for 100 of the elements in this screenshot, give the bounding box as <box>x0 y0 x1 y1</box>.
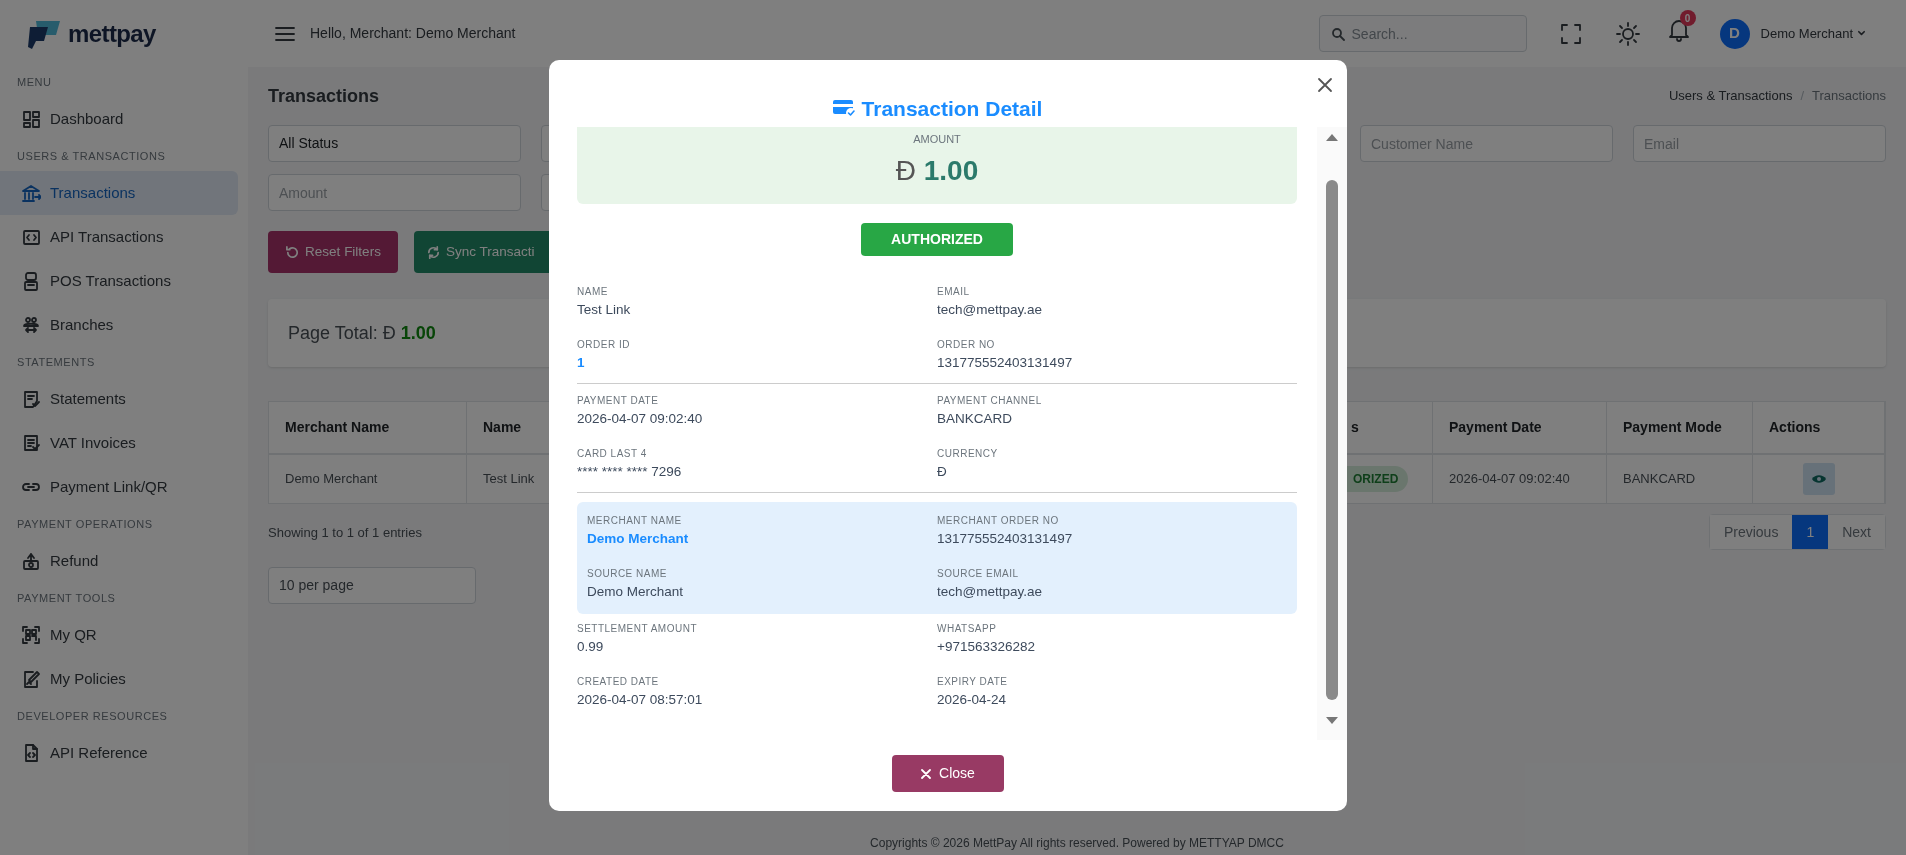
close-icon[interactable] <box>1317 77 1333 93</box>
field-value: 2026-04-07 08:57:01 <box>577 691 704 709</box>
section-label: STATEMENTS <box>16 354 96 370</box>
section-label: USERS & TRANSACTIONS <box>16 148 167 164</box>
sidebar-item[interactable]: My Policies <box>0 657 238 701</box>
column-header: Actions <box>1753 402 1885 455</box>
refresh-icon <box>426 244 441 260</box>
field-label: CREATED DATE <box>577 675 660 689</box>
scroll-up-icon[interactable] <box>1325 132 1339 142</box>
sync-button[interactable]: Sync Transacti <box>414 231 549 273</box>
bank-icon <box>21 183 41 203</box>
refresh-icon <box>285 244 301 260</box>
field-label: EXPIRY DATE <box>937 675 1009 689</box>
pagination-button[interactable]: 1 <box>1792 515 1829 549</box>
close-button[interactable]: Close <box>892 755 1004 792</box>
field-value: +971563326282 <box>937 638 1036 656</box>
logo-text: mettpay <box>68 18 156 49</box>
footer-text: Copyrights © 2026 MettPay All rights reserved. Powered by METTYAP DMCC <box>869 835 1285 852</box>
field-label: ORDER ID <box>577 338 631 352</box>
field-label: MERCHANT ORDER NO <box>937 514 1060 528</box>
sidebar-item[interactable]: Branches <box>0 303 238 347</box>
sidebar-item[interactable]: VAT Invoices <box>0 421 238 465</box>
scroll-down-icon[interactable] <box>1325 716 1339 726</box>
field-label: SOURCE EMAIL <box>937 567 1020 581</box>
credit-card-check-icon <box>831 98 856 119</box>
close-icon <box>921 768 932 779</box>
scrollbar-thumb[interactable] <box>1326 180 1338 700</box>
pos-terminal-icon <box>21 271 41 291</box>
page-title: Transactions <box>268 84 380 108</box>
sidebar-item[interactable]: Transactions <box>0 171 238 215</box>
pen-document-icon <box>21 669 41 689</box>
status-badge: AUTHORIZED <box>861 223 1013 256</box>
sidebar-item[interactable]: API Reference <box>0 731 238 775</box>
chevron-down-icon <box>1857 29 1866 38</box>
breadcrumb-item: Transactions <box>1812 87 1886 106</box>
field-link[interactable]: 1 <box>577 353 937 373</box>
qr-code-icon <box>21 625 41 645</box>
field-value: **** **** **** 7296 <box>577 463 683 481</box>
menu-icon <box>274 24 296 43</box>
sun-icon <box>1615 21 1640 46</box>
reset-filters-button[interactable]: Reset Filters <box>268 231 398 273</box>
field-value: 2026-04-24 <box>937 691 1008 709</box>
sidebar-item[interactable]: My QR <box>0 613 238 657</box>
field-label: WHATSAPP <box>937 622 998 636</box>
amount-label: AMOUNT <box>913 132 961 147</box>
field-value: 0.99 <box>577 638 605 656</box>
eye-icon[interactable] <box>1802 463 1835 495</box>
section-label: PAYMENT TOOLS <box>16 590 117 606</box>
sidebar-item[interactable]: Payment Link/QR <box>0 465 238 509</box>
dialog-title: Transaction Detail <box>861 95 1043 122</box>
user-menu[interactable]: Demo Merchant <box>1760 23 1866 44</box>
field-value: 131775552403131497 <box>937 354 1074 372</box>
field-label: SOURCE NAME <box>587 567 668 581</box>
field-value: BANKCARD <box>937 410 1013 428</box>
dashboard-icon <box>21 109 41 129</box>
per-page-select[interactable]: 10 per page <box>268 567 476 604</box>
notification-badge: 0 <box>1679 10 1696 26</box>
sidebar-item[interactable]: Statements <box>0 377 238 421</box>
status-select[interactable]: All Status <box>268 125 521 162</box>
field-label: MERCHANT NAME <box>587 514 683 528</box>
invoice-icon <box>21 433 41 453</box>
section-label: PAYMENT OPERATIONS <box>16 516 154 532</box>
page-total-text: Page Total: Đ 1.00 <box>288 321 436 345</box>
table-cell: BANKCARD <box>1607 455 1753 503</box>
field-value: tech@mettpay.ae <box>937 301 1043 319</box>
field-label: SETTLEMENT AMOUNT <box>577 622 698 636</box>
field-label: NAME <box>577 285 609 299</box>
search-field[interactable]: Search... <box>1318 15 1527 52</box>
entries-info: Showing 1 to 1 of 1 entries <box>268 524 422 542</box>
greeting-text: Hello, Merchant: Demo Merchant <box>310 24 516 43</box>
table-cell: Demo Merchant <box>269 455 467 503</box>
field-link[interactable]: Demo Merchant <box>587 529 937 549</box>
field-value: 2026-04-07 09:02:40 <box>577 410 704 428</box>
sidebar-item[interactable]: Refund <box>0 539 238 583</box>
field-value: Demo Merchant <box>587 583 685 601</box>
pagination-button[interactable]: Previous <box>1709 515 1793 549</box>
breadcrumb-separator: / <box>1800 87 1805 106</box>
search-icon <box>1330 27 1345 41</box>
table-cell: 2026-04-07 09:02:40 <box>1433 455 1607 503</box>
fullscreen-icon <box>1559 22 1582 45</box>
column-header: Payment Date <box>1433 402 1607 455</box>
column-header: Merchant Name <box>269 402 467 455</box>
field-value: Test Link <box>577 301 632 319</box>
field-label: ORDER NO <box>937 338 996 352</box>
sidebar-item[interactable]: API Transactions <box>0 215 238 259</box>
field-value: 131775552403131497 <box>937 530 1074 548</box>
pagination-button[interactable]: Next <box>1828 515 1885 549</box>
sidebar-item[interactable]: POS Transactions <box>0 259 238 303</box>
avatar[interactable]: D <box>1719 18 1750 49</box>
scrollbar[interactable] <box>1317 127 1347 740</box>
field-value: tech@mettpay.ae <box>937 583 1043 601</box>
section-label: DEVELOPER RESOURCES <box>16 708 169 724</box>
amount-value: Đ 1.00 <box>895 153 979 188</box>
breadcrumb-item[interactable]: Users & Transactions <box>1668 86 1793 106</box>
column-header: Payment Mode <box>1607 402 1753 455</box>
sidebar-item[interactable]: Dashboard <box>0 97 238 141</box>
cash-box-icon <box>21 551 41 571</box>
code-window-icon <box>21 227 41 247</box>
people-icon <box>21 315 41 335</box>
field-label: EMAIL <box>937 285 971 299</box>
